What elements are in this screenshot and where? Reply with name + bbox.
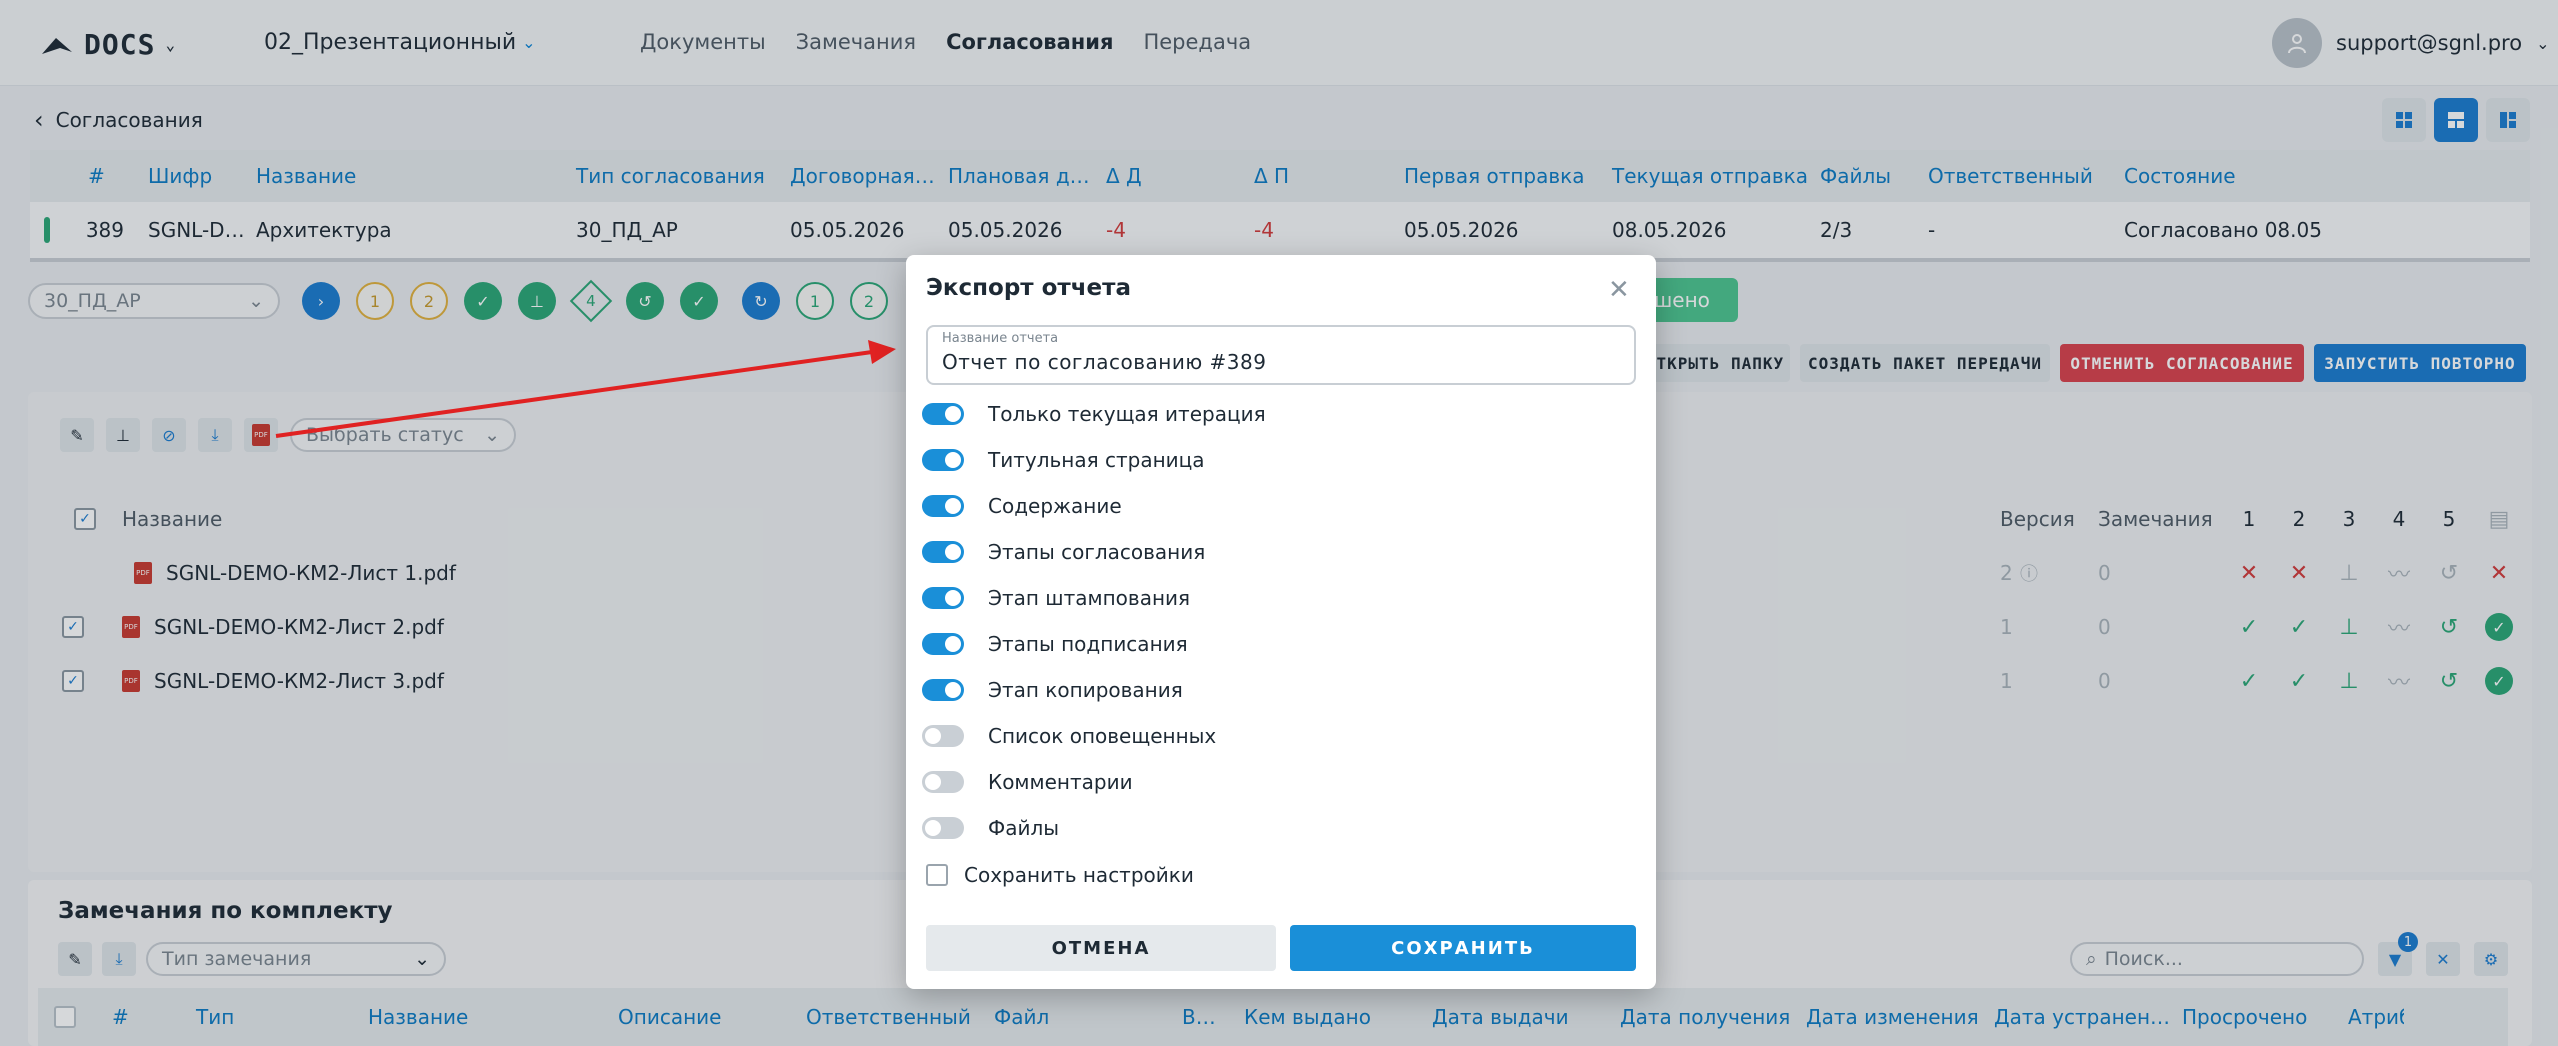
export-option[interactable]: Этапы подписания <box>922 621 1622 667</box>
export-option[interactable]: Только текущая итерация <box>922 391 1622 437</box>
toggle-knob <box>945 406 961 422</box>
toggle-switch[interactable] <box>922 495 964 517</box>
toggle-switch[interactable] <box>922 771 964 793</box>
export-report-dialog: Экспорт отчета ✕ Название отчета Только … <box>906 255 1656 989</box>
toggle-switch[interactable] <box>922 541 964 563</box>
toggle-knob <box>945 636 961 652</box>
save-settings-row[interactable]: Сохранить настройки <box>926 863 1194 887</box>
save-button[interactable]: СОХРАНИТЬ <box>1290 925 1636 971</box>
toggle-knob <box>945 452 961 468</box>
toggle-knob <box>945 682 961 698</box>
toggle-switch[interactable] <box>922 403 964 425</box>
save-settings-checkbox[interactable] <box>926 864 948 886</box>
report-name-field[interactable]: Название отчета <box>926 325 1636 385</box>
toggle-switch[interactable] <box>922 679 964 701</box>
toggle-switch[interactable] <box>922 587 964 609</box>
option-label: Этап копирования <box>988 678 1183 702</box>
export-option[interactable]: Этапы согласования <box>922 529 1622 575</box>
report-name-label: Название отчета <box>942 331 1059 346</box>
export-option[interactable]: Этап копирования <box>922 667 1622 713</box>
option-label: Файлы <box>988 816 1060 840</box>
toggle-knob <box>945 544 961 560</box>
export-option[interactable]: Список оповещенных <box>922 713 1622 759</box>
report-name-input[interactable] <box>942 350 1620 374</box>
toggle-knob <box>925 728 941 744</box>
cancel-button[interactable]: ОТМЕНА <box>926 925 1276 971</box>
toggle-switch[interactable] <box>922 633 964 655</box>
option-label: Список оповещенных <box>988 724 1217 748</box>
toggle-knob <box>925 774 941 790</box>
option-label: Содержание <box>988 494 1122 518</box>
toggle-switch[interactable] <box>922 449 964 471</box>
option-label: Этап штампования <box>988 586 1191 610</box>
close-icon[interactable]: ✕ <box>1608 275 1630 305</box>
option-label: Этапы подписания <box>988 632 1188 656</box>
toggle-knob <box>945 590 961 606</box>
option-label: Титульная страница <box>988 448 1205 472</box>
option-label: Этапы согласования <box>988 540 1206 564</box>
toggle-knob <box>945 498 961 514</box>
toggle-switch[interactable] <box>922 817 964 839</box>
dialog-title: Экспорт отчета <box>926 275 1131 301</box>
option-label: Только текущая итерация <box>988 402 1266 426</box>
export-option[interactable]: Содержание <box>922 483 1622 529</box>
export-option[interactable]: Титульная страница <box>922 437 1622 483</box>
toggle-switch[interactable] <box>922 725 964 747</box>
option-label: Комментарии <box>988 770 1133 794</box>
toggle-knob <box>925 820 941 836</box>
export-option[interactable]: Комментарии <box>922 759 1622 805</box>
export-options: Только текущая итерация Титульная страниц… <box>922 391 1622 851</box>
save-settings-label: Сохранить настройки <box>964 863 1194 887</box>
export-option[interactable]: Файлы <box>922 805 1622 851</box>
export-option[interactable]: Этап штампования <box>922 575 1622 621</box>
